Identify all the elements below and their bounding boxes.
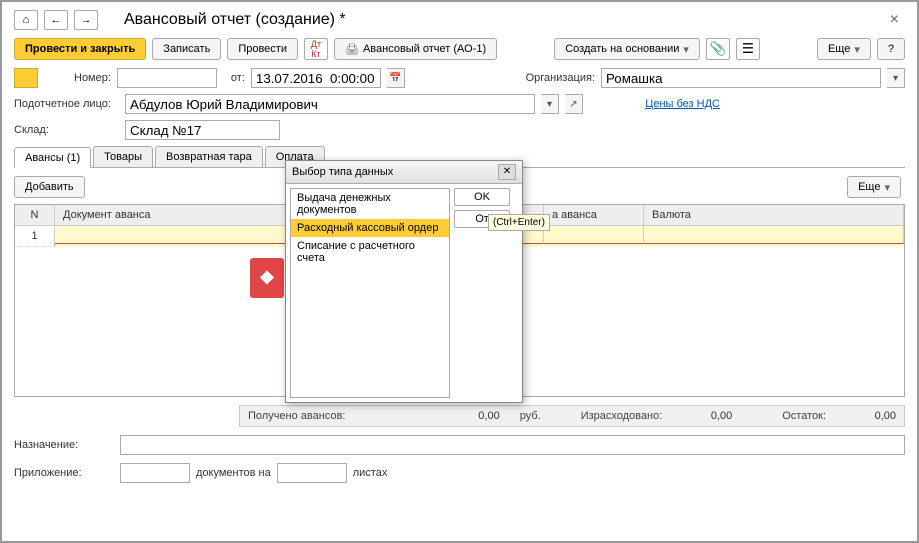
received-value: 0,00 bbox=[450, 410, 500, 422]
tab-advances[interactable]: Авансы (1) bbox=[14, 147, 91, 168]
rub-label: руб. bbox=[520, 410, 541, 422]
date-input[interactable] bbox=[251, 68, 381, 88]
balance-label: Остаток: bbox=[782, 410, 826, 422]
price-type-link[interactable]: Цены без НДС bbox=[645, 98, 720, 110]
col-sum: а аванса bbox=[544, 205, 644, 225]
create-based-button[interactable]: Создать на основании bbox=[554, 38, 700, 60]
purpose-label: Назначение: bbox=[14, 439, 114, 451]
org-input[interactable] bbox=[601, 68, 881, 88]
cell-n: 1 bbox=[15, 226, 55, 247]
page-title: Авансовый отчет (создание) * bbox=[124, 11, 346, 29]
cell-sum[interactable] bbox=[544, 226, 644, 244]
sheets-label: листах bbox=[353, 467, 388, 479]
help-button[interactable]: ? bbox=[877, 38, 905, 60]
col-currency: Валюта bbox=[644, 205, 904, 225]
person-open-icon[interactable]: ↗ bbox=[565, 94, 583, 114]
warehouse-input[interactable] bbox=[125, 120, 280, 140]
person-label: Подотчетное лицо: bbox=[14, 98, 119, 110]
org-label: Организация: bbox=[526, 72, 595, 84]
number-input[interactable] bbox=[117, 68, 217, 88]
shortcut-tooltip: (Ctrl+Enter) bbox=[488, 214, 550, 231]
list-icon[interactable]: ☰ bbox=[736, 38, 760, 60]
spent-label: Израсходовано: bbox=[581, 410, 663, 422]
type-item-money-docs[interactable]: Выдача денежных документов bbox=[291, 189, 449, 219]
dialog-ok-button[interactable]: OK bbox=[454, 188, 510, 206]
forward-button[interactable]: → bbox=[74, 10, 98, 30]
post-close-button[interactable]: Провести и закрыть bbox=[14, 38, 146, 60]
dialog-close-icon[interactable]: ✕ bbox=[498, 164, 516, 180]
received-label: Получено авансов: bbox=[248, 410, 345, 422]
person-dropdown-icon[interactable]: ▾ bbox=[541, 94, 559, 114]
home-button[interactable]: ⌂ bbox=[14, 10, 38, 30]
type-item-cash-order[interactable]: Расходный кассовый ордер bbox=[291, 219, 449, 237]
spent-value: 0,00 bbox=[682, 410, 732, 422]
cell-cur[interactable] bbox=[644, 226, 904, 244]
tab-goods[interactable]: Товары bbox=[93, 146, 153, 167]
from-label: от: bbox=[231, 72, 245, 84]
summary-bar: Получено авансов: 0,00 руб. Израсходован… bbox=[239, 405, 905, 427]
attachment-label: Приложение: bbox=[14, 467, 114, 479]
add-row-button[interactable]: Добавить bbox=[14, 176, 85, 198]
warehouse-label: Склад: bbox=[14, 124, 119, 136]
tab-more-button[interactable]: Еще bbox=[847, 176, 901, 198]
date-picker-icon[interactable]: 📅 bbox=[387, 68, 405, 88]
back-button[interactable]: ← bbox=[44, 10, 68, 30]
org-open-icon[interactable]: ▾ bbox=[887, 68, 905, 88]
print-button[interactable]: 🖨Авансовый отчет (АО-1) bbox=[334, 38, 497, 60]
more-button[interactable]: Еще bbox=[817, 38, 871, 60]
person-input[interactable] bbox=[125, 94, 535, 114]
type-list[interactable]: Выдача денежных документов Расходный кас… bbox=[290, 188, 450, 398]
type-select-dialog: Выбор типа данных ✕ Выдача денежных доку… bbox=[285, 160, 523, 403]
attachment-sheets-input[interactable] bbox=[277, 463, 347, 483]
tab-returnable[interactable]: Возвратная тара bbox=[155, 146, 263, 167]
close-icon[interactable]: × bbox=[884, 11, 905, 29]
save-button[interactable]: Записать bbox=[152, 38, 221, 60]
post-button[interactable]: Провести bbox=[227, 38, 298, 60]
col-n: N bbox=[15, 205, 55, 225]
status-badge bbox=[14, 68, 38, 88]
clip-icon[interactable]: 📎 bbox=[706, 38, 730, 60]
purpose-input[interactable] bbox=[120, 435, 905, 455]
dt-icon[interactable]: ДтКт bbox=[304, 38, 328, 60]
dialog-title-text: Выбор типа данных bbox=[292, 166, 393, 178]
balance-value: 0,00 bbox=[846, 410, 896, 422]
attachment-docs-input[interactable] bbox=[120, 463, 190, 483]
docs-on-label: документов на bbox=[196, 467, 271, 479]
type-item-bank-writeoff[interactable]: Списание с расчетного счета bbox=[291, 237, 449, 267]
number-label: Номер: bbox=[74, 72, 111, 84]
